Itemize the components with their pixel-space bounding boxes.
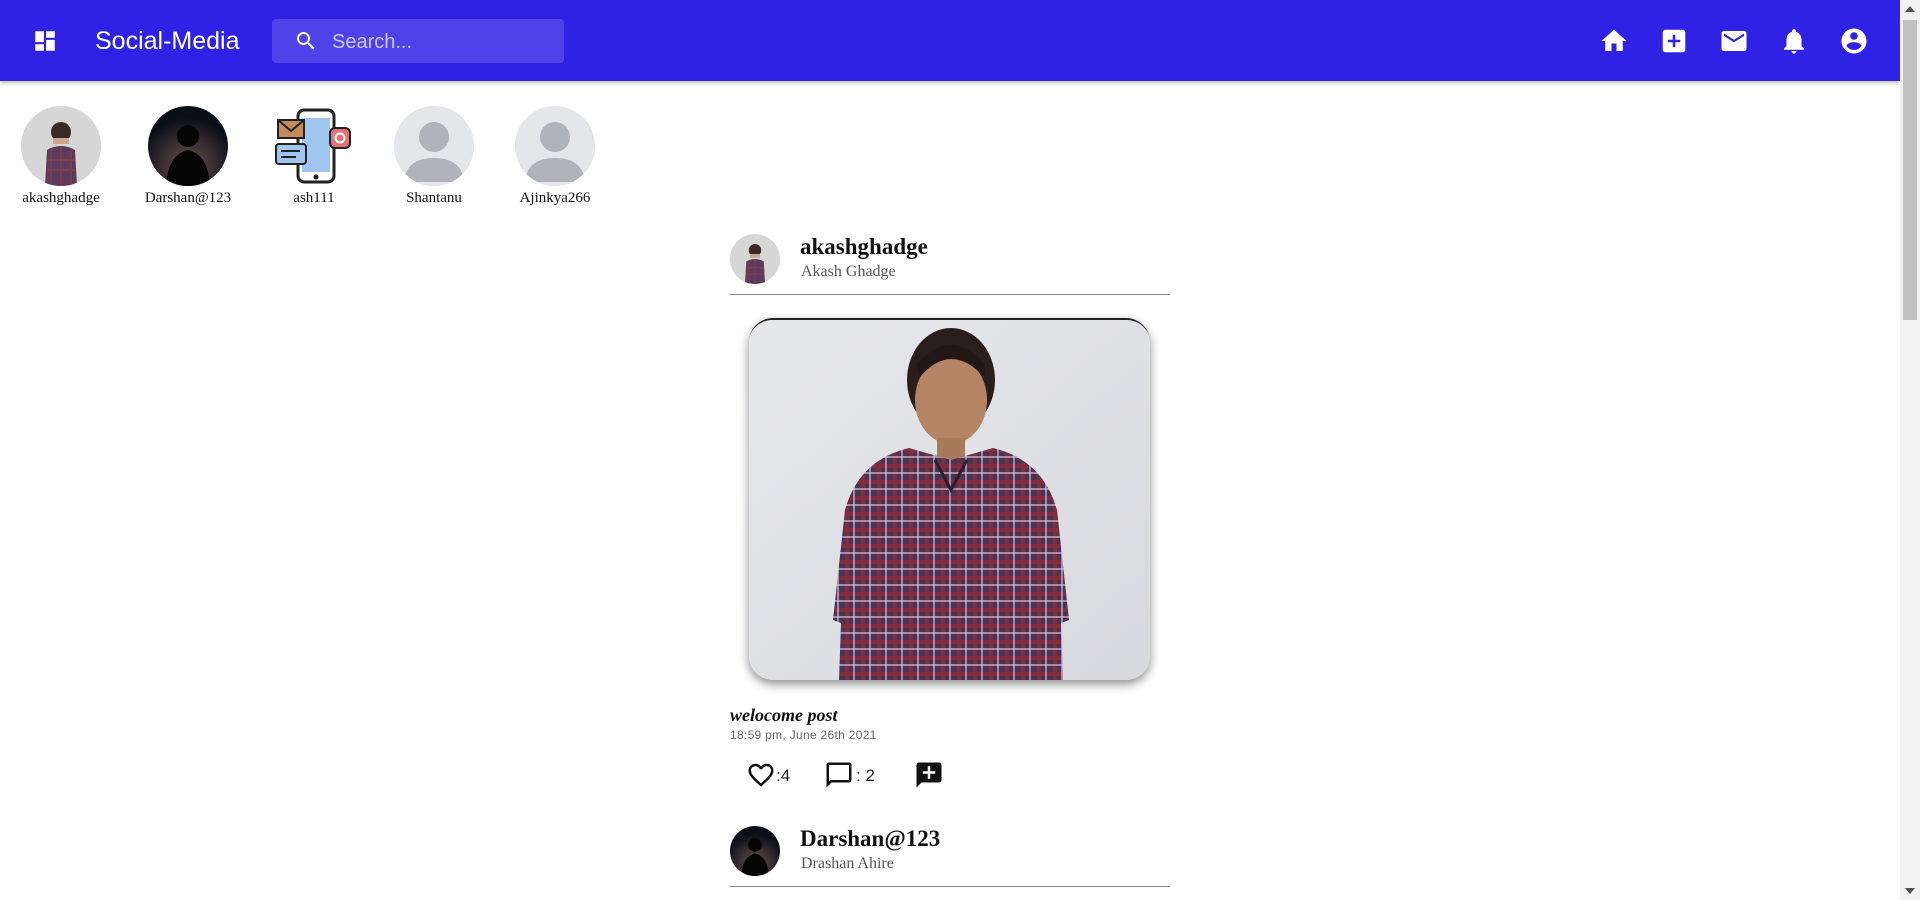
- comments-count: : 2: [856, 766, 875, 785]
- story-item[interactable]: Ajinkya266: [500, 106, 610, 207]
- search-input[interactable]: [330, 27, 554, 57]
- story-username: Darshan@123: [144, 190, 232, 206]
- divider: [730, 886, 1170, 887]
- comment-outline-icon: [826, 762, 852, 788]
- comments-button[interactable]: : 2: [824, 760, 880, 790]
- search-box[interactable]: [272, 19, 564, 63]
- avatar[interactable]: [730, 234, 780, 284]
- add-comment-icon: [916, 762, 942, 788]
- social-media-app-icon[interactable]: [274, 106, 354, 186]
- post-username[interactable]: Darshan@123: [800, 826, 940, 852]
- mail-icon[interactable]: [1719, 26, 1749, 56]
- add-comment-button[interactable]: [914, 760, 946, 790]
- post-fullname: Drashan Ahire: [801, 855, 894, 872]
- like-button[interactable]: :4: [746, 760, 796, 790]
- post-image[interactable]: [749, 318, 1150, 680]
- home-icon[interactable]: [1599, 26, 1629, 56]
- scroll-up-arrow-icon[interactable]: [1905, 6, 1915, 12]
- heart-outline-icon: [748, 763, 774, 787]
- avatar[interactable]: [21, 106, 101, 186]
- story-username: ash111: [293, 190, 335, 206]
- divider: [730, 294, 1170, 295]
- story-username: Shantanu: [406, 190, 462, 206]
- post-timestamp: 18:59 pm, June 26th 2021: [730, 728, 877, 742]
- post-fullname: Akash Ghadge: [801, 263, 896, 280]
- likes-count: :4: [776, 766, 791, 785]
- story-item[interactable]: akashghadge: [6, 106, 116, 207]
- scrollbar-thumb[interactable]: [1903, 20, 1917, 320]
- notifications-icon[interactable]: [1779, 26, 1809, 56]
- scroll-down-arrow-icon[interactable]: [1905, 888, 1915, 894]
- add-box-icon[interactable]: [1659, 26, 1689, 56]
- app-title[interactable]: Social-Media: [95, 24, 240, 58]
- post-username[interactable]: akashghadge: [800, 234, 928, 260]
- avatar[interactable]: [148, 106, 228, 186]
- default-avatar-icon[interactable]: [515, 106, 595, 186]
- dashboard-icon[interactable]: [32, 28, 58, 54]
- story-item[interactable]: ash111: [259, 106, 369, 207]
- story-item[interactable]: Darshan@123: [133, 106, 243, 207]
- default-avatar-icon[interactable]: [394, 106, 474, 186]
- avatar[interactable]: [730, 826, 780, 876]
- post-caption: welocome post: [730, 705, 838, 725]
- story-username: akashghadge: [22, 190, 100, 206]
- account-circle-icon[interactable]: [1839, 26, 1869, 56]
- page-scrollbar[interactable]: [1900, 0, 1920, 900]
- search-icon: [297, 32, 315, 50]
- story-username: Ajinkya266: [519, 190, 591, 206]
- app-bar: Social-Media: [0, 0, 1900, 81]
- story-item[interactable]: Shantanu: [379, 106, 489, 207]
